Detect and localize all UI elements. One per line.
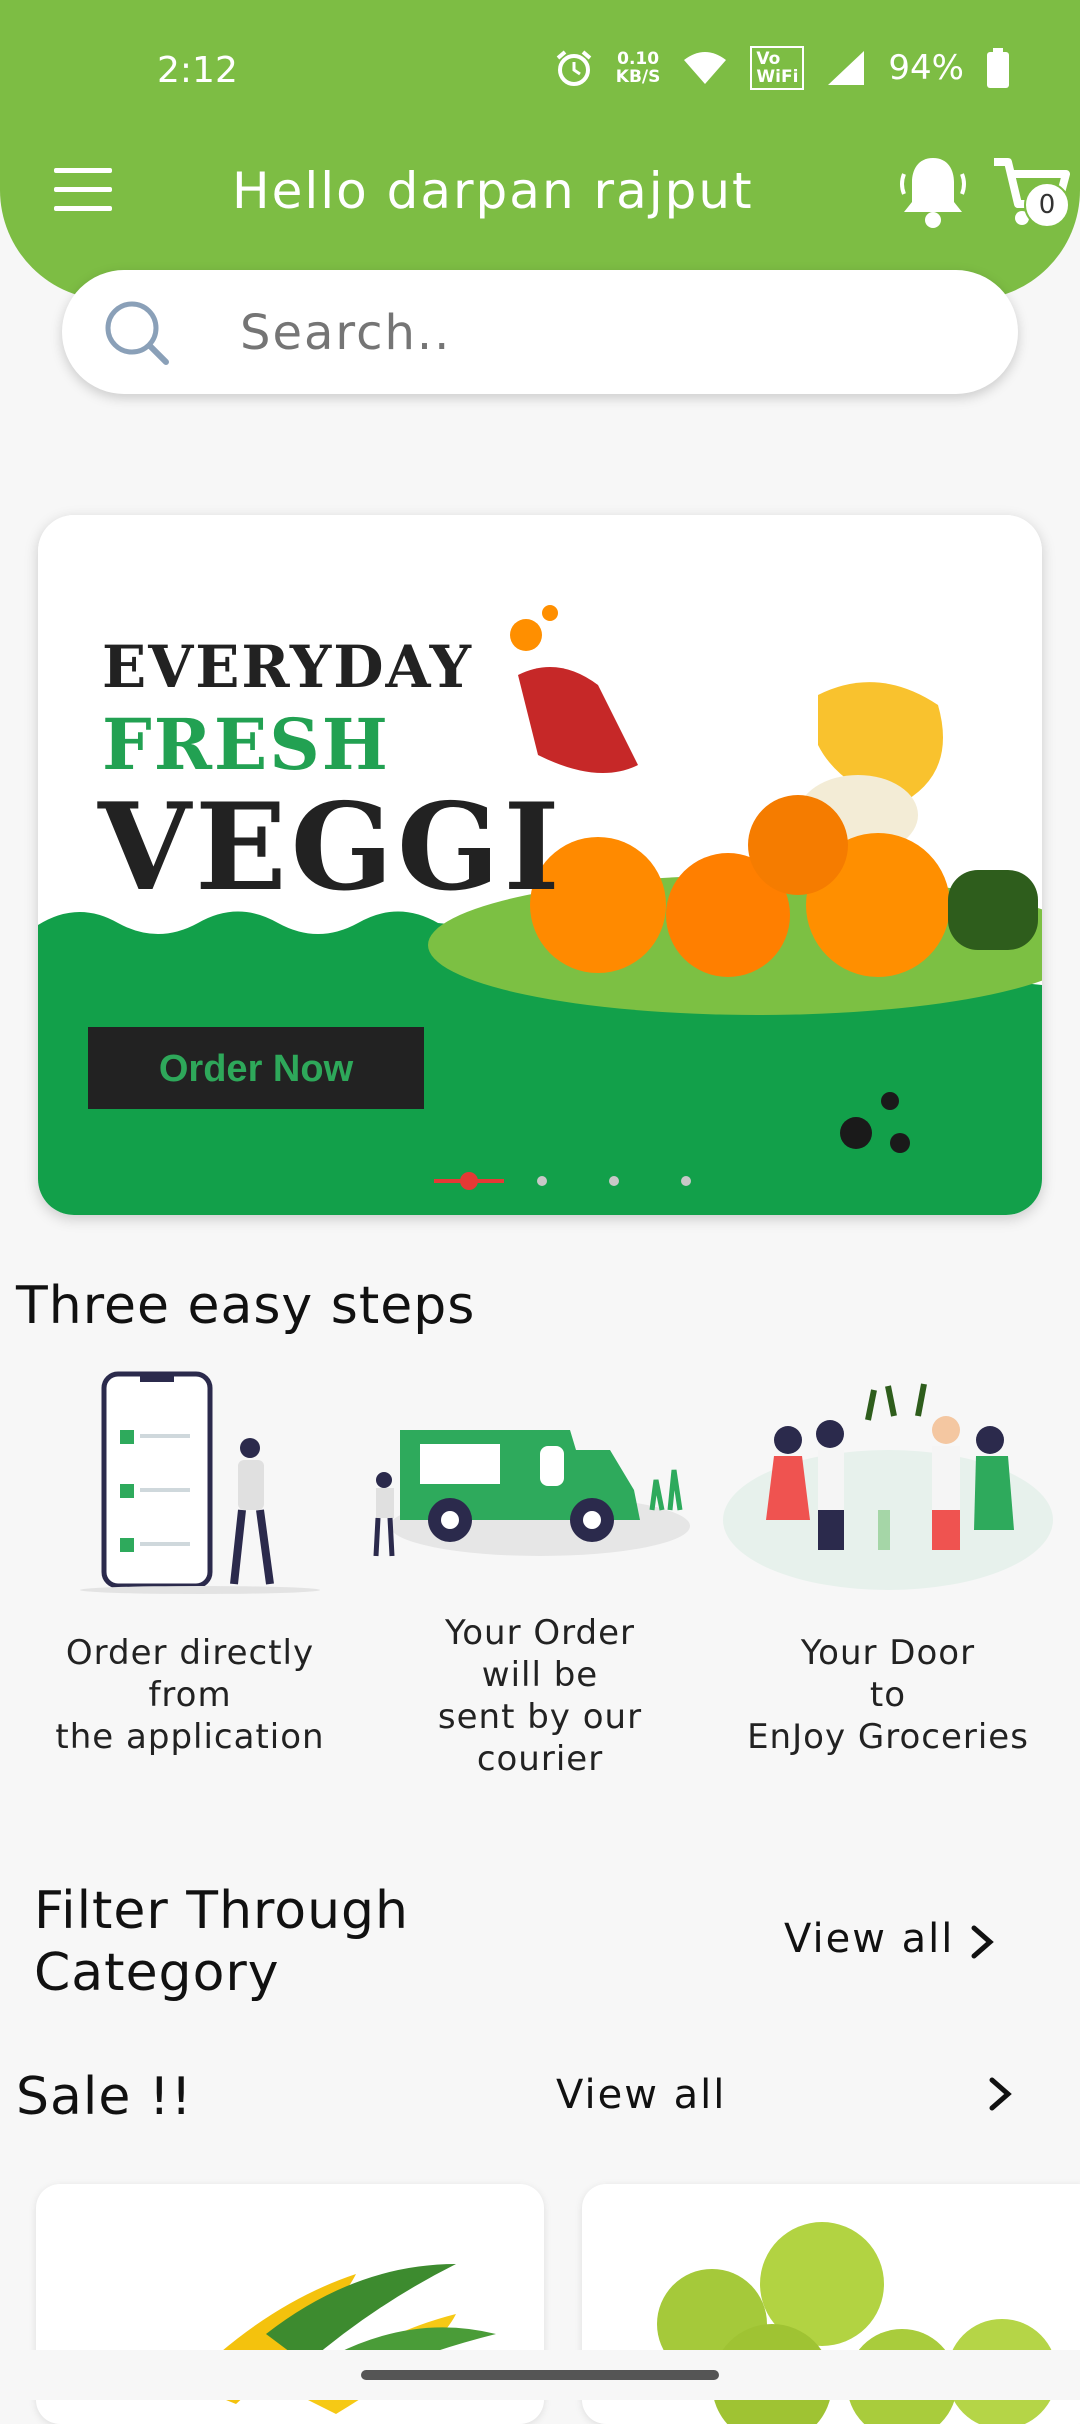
step-2-caption: Your Order will be sent by our courier [437, 1613, 643, 1779]
promo-banner[interactable]: EVERYDAY FRESH VEGGI Order Now [38, 515, 1042, 1215]
signal-icon [828, 51, 865, 85]
search-icon [105, 301, 169, 365]
net-speed: 0.10 KB/S [615, 49, 661, 87]
sale-view-all-link[interactable]: View all [556, 2072, 726, 2118]
category-view-all-link[interactable]: View all [784, 1916, 954, 1962]
home-gesture-handle[interactable] [361, 2370, 719, 2380]
order-now-button[interactable]: Order Now [88, 1027, 424, 1109]
banner-line-2: FRESH [102, 703, 390, 786]
vowifi-icon: Vo WiFi [750, 46, 805, 90]
banner-line-1: EVERYDAY [102, 633, 474, 701]
step-1-caption: Order directly from the application [55, 1633, 325, 1757]
banner-line-3: VEGGI [98, 777, 564, 918]
search-bar[interactable] [62, 270, 1018, 394]
battery-icon [987, 48, 1009, 88]
delivery-truck-illustration [373, 1430, 690, 1557]
cart-count-badge: 0 [1024, 182, 1070, 228]
alarm-icon [556, 50, 592, 86]
menu-icon[interactable] [54, 168, 112, 212]
step-3-caption: Your Door to EnJoy Groceries [747, 1633, 1029, 1757]
step-courier: Your Order will be sent by our courier [370, 1360, 710, 1830]
system-nav-bar [0, 2350, 1080, 2400]
sale-section-title: Sale !! [16, 2067, 193, 2127]
phone-order-illustration [80, 1371, 320, 1594]
status-bar: 2:12 0.10 KB/S Vo WiFi 94% [0, 0, 1080, 120]
status-icons: 0.10 KB/S Vo WiFi 94% [554, 46, 1010, 90]
chevron-right-icon[interactable] [986, 2074, 1016, 2114]
battery-percent: 94% [888, 48, 964, 88]
notification-bell-icon[interactable] [896, 152, 970, 232]
steps-row: Order directly from the application Your… [0, 1360, 1080, 1830]
step-order-app: Order directly from the application [20, 1360, 360, 1830]
app-toolbar: Hello darpan rajput [0, 140, 1080, 240]
category-section-title: Filter Through Category [34, 1881, 410, 2003]
search-input[interactable] [238, 294, 942, 372]
step-enjoy: Your Door to EnJoy Groceries [718, 1360, 1058, 1830]
wifi-icon [684, 52, 727, 84]
celebration-illustration [723, 1383, 1053, 1590]
carousel-indicator[interactable] [394, 1171, 694, 1191]
status-time: 2:12 [157, 50, 238, 91]
greeting-title: Hello darpan rajput [232, 162, 754, 220]
chevron-right-icon[interactable] [968, 1922, 998, 1962]
steps-section-title: Three easy steps [16, 1276, 476, 1336]
